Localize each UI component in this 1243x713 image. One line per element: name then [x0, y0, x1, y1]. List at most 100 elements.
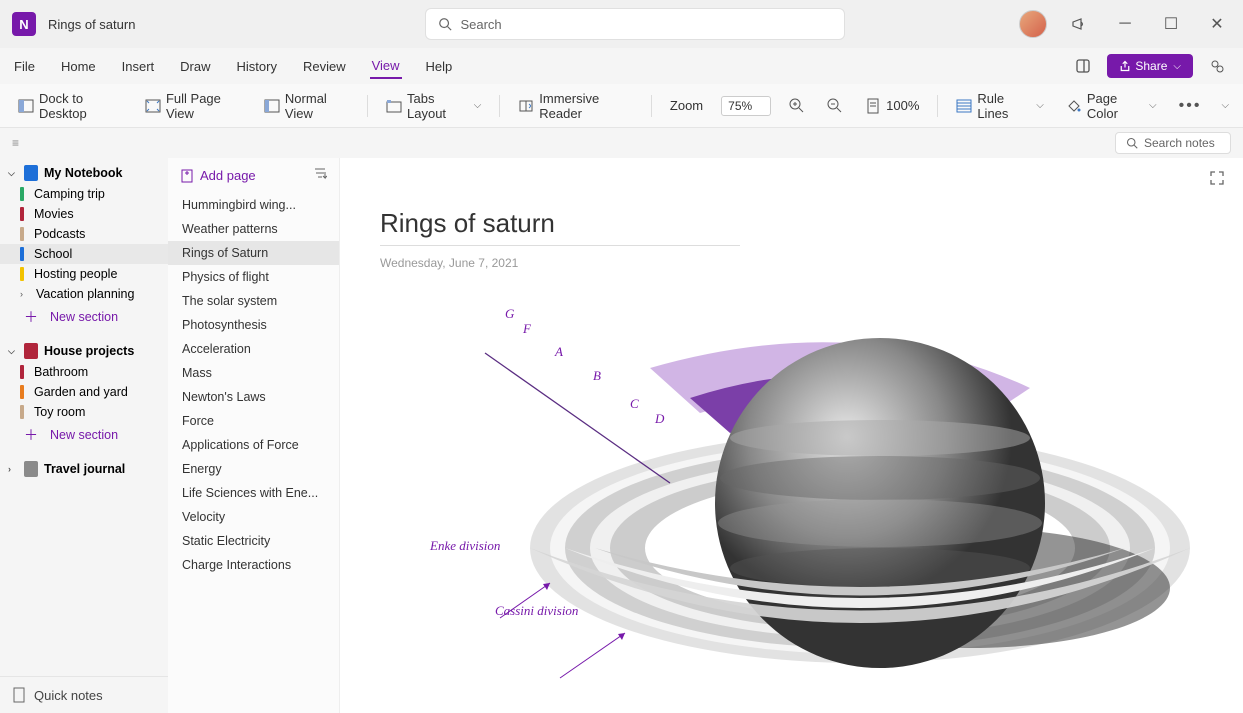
page-item[interactable]: Energy	[168, 457, 339, 481]
section-podcasts[interactable]: Podcasts	[0, 224, 168, 244]
fullpage-icon	[145, 98, 161, 114]
page-icon	[865, 98, 881, 114]
page-item[interactable]: Velocity	[168, 505, 339, 529]
zoom-out-button[interactable]	[823, 95, 847, 117]
page-item[interactable]: Life Sciences with Ene...	[168, 481, 339, 505]
notebook-icon	[24, 343, 38, 359]
notebook-travel-journal[interactable]: ›Travel journal	[0, 458, 168, 480]
tab-insert[interactable]: Insert	[120, 55, 157, 78]
page-item[interactable]: Photosynthesis	[168, 313, 339, 337]
annotation-a: A	[555, 344, 563, 360]
dock-to-desktop-button[interactable]: Dock to Desktop	[14, 88, 127, 124]
separator	[367, 95, 368, 117]
section-toy-room[interactable]: Toy room	[0, 402, 168, 422]
annotation-enke: Enke division	[430, 538, 500, 554]
megaphone-icon[interactable]	[1065, 10, 1093, 38]
page-item[interactable]: Physics of flight	[168, 265, 339, 289]
page-item[interactable]: Charge Interactions	[168, 553, 339, 577]
notebook-house-projects[interactable]: ⌵House projects	[0, 340, 168, 362]
tab-help[interactable]: Help	[424, 55, 455, 78]
new-section-button-2[interactable]: ＋New section	[0, 422, 168, 448]
main-content: ⌵My Notebook Camping trip Movies Podcast…	[0, 158, 1243, 713]
tab-view[interactable]: View	[370, 54, 402, 79]
search-placeholder: Search	[460, 17, 501, 32]
page-item[interactable]: Mass	[168, 361, 339, 385]
section-camping-trip[interactable]: Camping trip	[0, 184, 168, 204]
chevron-down-icon: ⌵	[8, 346, 18, 357]
full-page-view-button[interactable]: Full Page View	[141, 88, 246, 124]
page-item[interactable]: Newton's Laws	[168, 385, 339, 409]
search-container: Search	[425, 8, 845, 40]
add-page-icon	[180, 169, 194, 183]
user-avatar[interactable]	[1019, 10, 1047, 38]
rule-lines-button[interactable]: Rule Lines⌵	[952, 88, 1048, 124]
new-section-button[interactable]: ＋New section	[0, 304, 168, 330]
separator	[937, 95, 938, 117]
chevron-down-icon: ⌵	[1173, 61, 1181, 72]
section-hosting-people[interactable]: Hosting people	[0, 264, 168, 284]
page-canvas[interactable]: Rings of saturn Wednesday, June 7, 2021	[340, 158, 1243, 713]
normal-view-button[interactable]: Normal View	[260, 88, 353, 124]
page-title[interactable]: Rings of saturn	[380, 208, 740, 246]
notebook-my-notebook[interactable]: ⌵My Notebook	[0, 162, 168, 184]
window-title: Rings of saturn	[48, 17, 135, 32]
tab-draw[interactable]: Draw	[178, 55, 212, 78]
tabs-layout-icon	[386, 98, 402, 114]
page-item[interactable]: Weather patterns	[168, 217, 339, 241]
page-item[interactable]: Hummingbird wing...	[168, 193, 339, 217]
zoom-out-icon	[827, 98, 843, 114]
ribbon-tabs: File Home Insert Draw History Review Vie…	[0, 48, 1243, 84]
section-garden-yard[interactable]: Garden and yard	[0, 382, 168, 402]
add-page-button[interactable]: Add page	[180, 168, 256, 183]
page-item[interactable]: Force	[168, 409, 339, 433]
share-button[interactable]: Share ⌵	[1107, 54, 1193, 78]
expand-canvas-button[interactable]	[1209, 170, 1225, 191]
saturn-illustration	[410, 278, 1190, 698]
sort-pages-button[interactable]	[313, 166, 327, 185]
page-item[interactable]: Applications of Force	[168, 433, 339, 457]
chevron-down-icon: ⌵	[1149, 100, 1157, 111]
section-school[interactable]: School	[0, 244, 168, 264]
mode-switch-icon[interactable]	[1203, 52, 1231, 80]
sort-icon	[313, 166, 327, 180]
close-button[interactable]: ✕	[1203, 10, 1231, 38]
annotation-b: B	[593, 368, 601, 384]
tabs-layout-button[interactable]: Tabs Layout⌵	[382, 88, 485, 124]
zoom-in-button[interactable]	[785, 95, 809, 117]
immersive-icon	[518, 98, 534, 114]
plus-icon: ＋	[24, 425, 38, 445]
notebook-icon	[24, 165, 38, 181]
zoom-select[interactable]: 75%	[721, 96, 771, 116]
search-icon	[1126, 137, 1138, 149]
page-item[interactable]: The solar system	[168, 289, 339, 313]
page-item[interactable]: Rings of Saturn	[168, 241, 339, 265]
chevron-down-icon: ⌵	[8, 168, 18, 179]
minimize-button[interactable]: ─	[1111, 10, 1139, 38]
zoom-100-button[interactable]: 100%	[861, 95, 923, 117]
tab-review[interactable]: Review	[301, 55, 348, 78]
more-options-button[interactable]: •••	[1175, 94, 1206, 118]
hamburger-icon[interactable]: ≡	[12, 136, 19, 150]
section-bathroom[interactable]: Bathroom	[0, 362, 168, 382]
tab-file[interactable]: File	[12, 55, 37, 78]
separator	[651, 95, 652, 117]
page-item[interactable]: Static Electricity	[168, 529, 339, 553]
quick-notes-button[interactable]: Quick notes	[0, 676, 168, 713]
page-color-button[interactable]: Page Color⌵	[1062, 88, 1161, 124]
search-notes-input[interactable]: Search notes	[1115, 132, 1231, 154]
plus-icon: ＋	[24, 307, 38, 327]
chevron-down-icon: ⌵	[474, 100, 482, 111]
tab-home[interactable]: Home	[59, 55, 98, 78]
section-color-icon	[20, 267, 24, 281]
collapse-ribbon-icon[interactable]: ⌵	[1221, 100, 1229, 111]
feed-icon[interactable]	[1069, 52, 1097, 80]
titlebar-right: ─ ☐ ✕	[1019, 10, 1231, 38]
maximize-button[interactable]: ☐	[1157, 10, 1185, 38]
tab-history[interactable]: History	[235, 55, 279, 78]
immersive-reader-button[interactable]: Immersive Reader	[514, 88, 637, 124]
section-vacation-planning[interactable]: ›Vacation planning	[0, 284, 168, 304]
page-item[interactable]: Acceleration	[168, 337, 339, 361]
view-toolbar: Dock to Desktop Full Page View Normal Vi…	[0, 84, 1243, 128]
search-input[interactable]: Search	[425, 8, 845, 40]
section-movies[interactable]: Movies	[0, 204, 168, 224]
